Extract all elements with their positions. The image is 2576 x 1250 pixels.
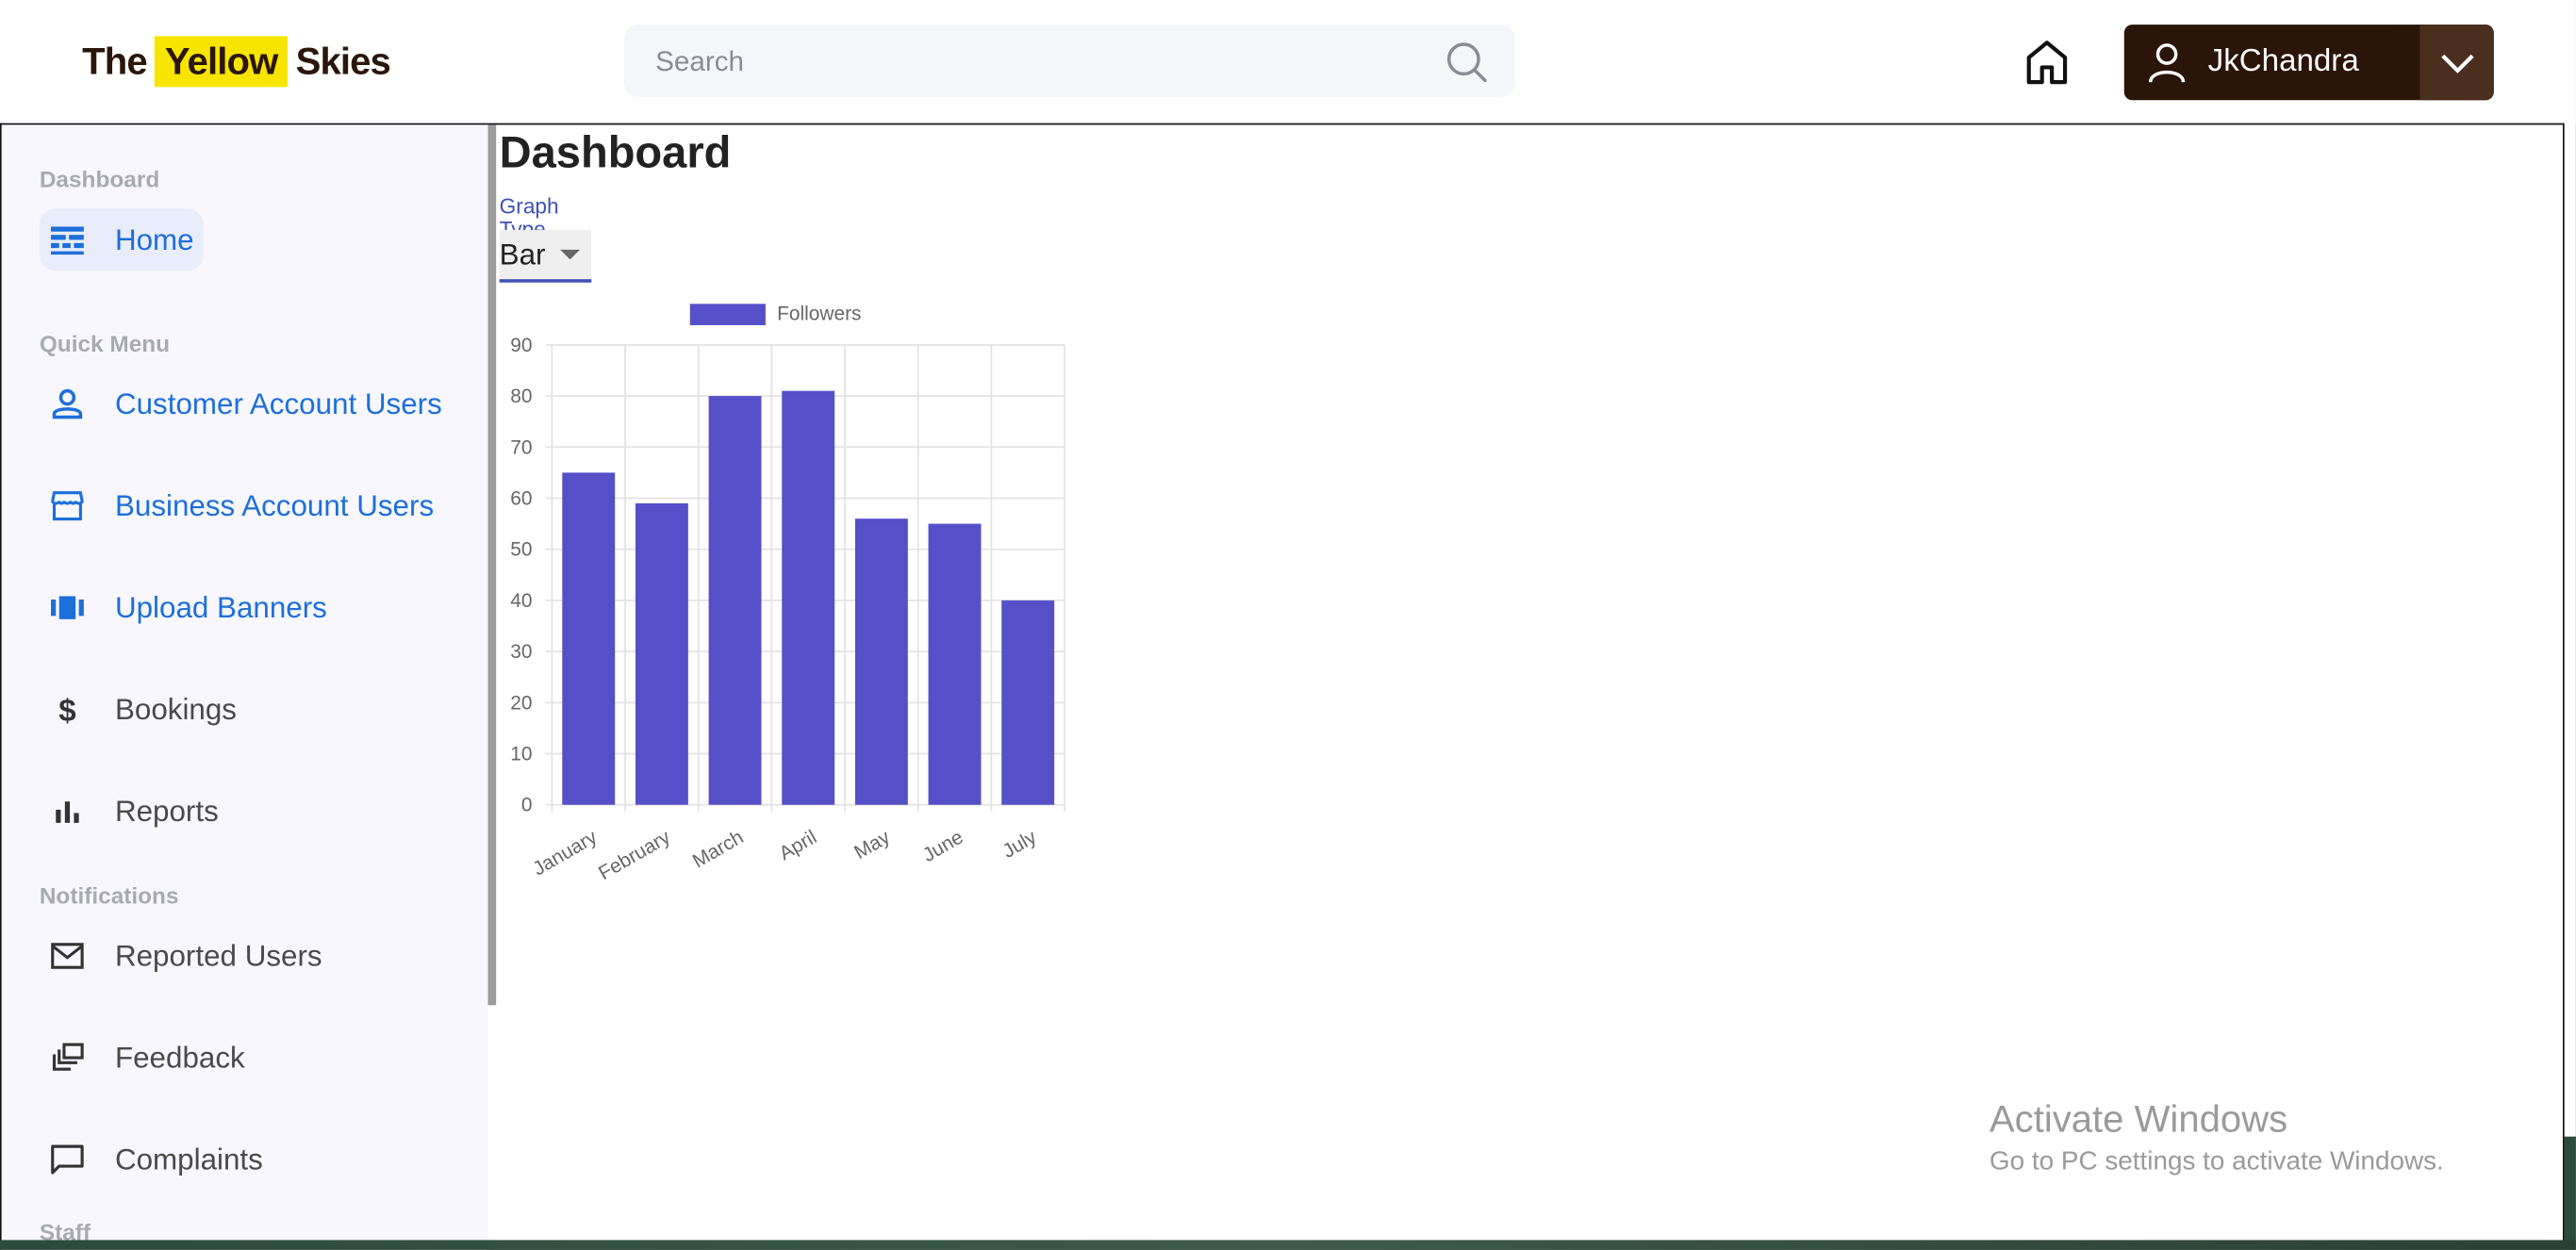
dynamic-feed-icon (49, 1040, 85, 1076)
search-bar (624, 25, 1515, 101)
user-icon (2148, 43, 2186, 83)
sidebar-section-notifications: Notifications (39, 881, 179, 909)
windows-activation-watermark: Activate Windows Go to PC settings to ac… (1990, 1097, 2444, 1177)
logo-text-skies: Skies (295, 38, 391, 82)
sidebar-item-label: Home (114, 222, 194, 255)
bar-april (782, 390, 835, 805)
sidebar-item-bookings[interactable]: $ Bookings (40, 679, 237, 741)
page-title: Dashboard (499, 127, 732, 178)
right-edge (2564, 0, 2576, 1137)
x-tick-label: March (689, 826, 748, 872)
dollar-icon: $ (49, 692, 85, 728)
bar-february (635, 502, 688, 805)
legend-swatch (689, 304, 766, 325)
store-icon (49, 487, 85, 523)
y-tick-label: 40 (510, 590, 532, 612)
sidebar-item-label: Complaints (114, 1142, 263, 1176)
y-tick-label: 30 (510, 641, 532, 663)
desktop-background-strip (0, 1240, 2576, 1250)
watermark-line-1: Activate Windows (1989, 1096, 2288, 1141)
y-tick-label: 70 (510, 436, 532, 458)
sidebar-section-dashboard: Dashboard (39, 165, 160, 192)
sidebar-item-feedback[interactable]: Feedback (40, 1027, 245, 1089)
bar-march (708, 396, 762, 805)
followers-bar-chart: 0 10 20 30 40 50 60 70 80 90 JanuaryFebruary March A… (510, 304, 1065, 884)
logo-text-yellow: Yellow (155, 35, 288, 87)
svg-text:$: $ (58, 694, 75, 728)
x-tick-label: April (775, 826, 820, 864)
sidebar-item-label: Upload Banners (114, 590, 327, 624)
logo-text-the: The (82, 38, 148, 82)
top-header: The Yellow Skies JkChandra (0, 0, 2576, 125)
chevron-down-icon (2441, 54, 2474, 74)
y-tick-label: 60 (510, 487, 532, 509)
x-tick-label: January (529, 826, 601, 880)
carousel-icon (49, 589, 85, 625)
sidebar-item-label: Customer Account Users (114, 387, 442, 420)
sidebar-item-home[interactable]: Home (39, 208, 205, 271)
home-icon[interactable] (2023, 36, 2072, 89)
y-tick-label: 10 (510, 743, 532, 765)
sidebar-item-complaints[interactable]: Complaints (40, 1128, 263, 1191)
graph-type-value: Bar (499, 238, 546, 271)
bar-chart-icon (49, 794, 85, 830)
sidebar-item-upload-banners[interactable]: Upload Banners (40, 577, 327, 639)
y-tick-label: 50 (510, 539, 532, 561)
app-logo[interactable]: The Yellow Skies (82, 28, 391, 94)
search-input[interactable] (624, 25, 1415, 101)
dropdown-arrow-icon (560, 249, 581, 260)
x-tick-label: July (999, 826, 1040, 863)
y-tick-label: 0 (521, 795, 533, 816)
screen: The Yellow Skies JkChandra (0, 0, 2576, 1250)
legend-label: Followers (777, 304, 861, 325)
bar-may (854, 518, 908, 805)
sidebar-section-quick-menu: Quick Menu (39, 330, 171, 357)
sidebar-item-label: Bookings (114, 692, 238, 726)
search-icon[interactable] (1445, 41, 1488, 84)
user-name: JkChandra (2207, 44, 2359, 79)
y-tick-label: 90 (510, 335, 532, 356)
sidebar-item-reports[interactable]: Reports (40, 781, 219, 843)
x-tick-label: February (595, 826, 674, 884)
mail-icon (49, 938, 85, 974)
x-tick-label: May (850, 826, 894, 863)
sidebar-item-reported-users[interactable]: Reported Users (40, 925, 322, 987)
user-dropdown-toggle[interactable] (2419, 25, 2494, 101)
sidebar-item-label: Reports (114, 794, 219, 828)
y-tick-label: 80 (510, 386, 532, 407)
sidebar-item-customer-account-users[interactable]: Customer Account Users (40, 373, 442, 436)
bar-june (928, 523, 982, 805)
dashboard-icon (49, 222, 85, 257)
y-tick-label: 20 (510, 692, 532, 714)
person-icon (49, 386, 85, 421)
bar-july (1001, 600, 1055, 805)
watermark-line-2: Go to PC settings to activate Windows. (1989, 1147, 2444, 1176)
bar-january (562, 472, 616, 805)
graph-type-select[interactable]: Bar (499, 229, 592, 283)
sidebar-item-label: Feedback (114, 1040, 245, 1074)
sidebar-item-label: Business Account Users (114, 488, 435, 522)
x-tick-label: June (919, 826, 967, 866)
sidebar-item-business-account-users[interactable]: Business Account Users (40, 475, 434, 537)
user-menu-button[interactable]: JkChandra (2123, 25, 2494, 101)
sidebar-item-label: Reported Users (114, 938, 322, 972)
chat-bubble-icon (49, 1142, 85, 1177)
